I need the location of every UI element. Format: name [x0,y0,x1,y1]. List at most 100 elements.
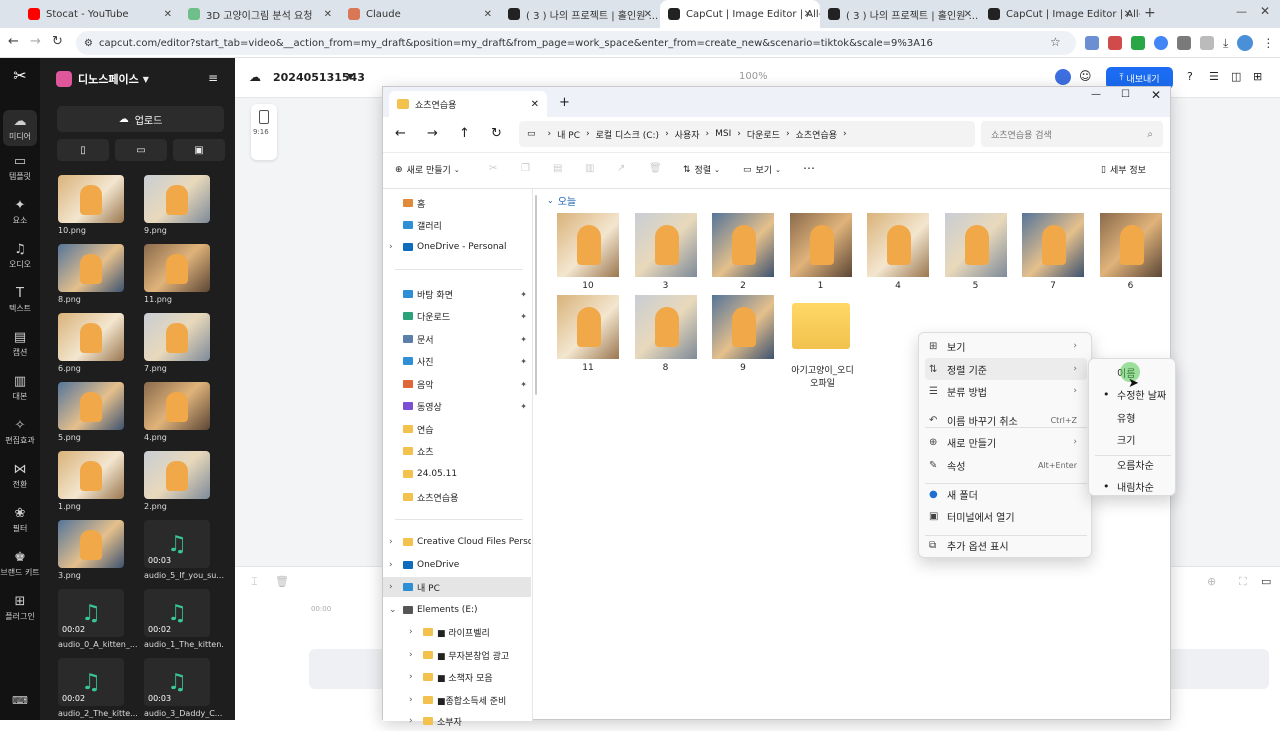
sidebar-item[interactable]: › 소부자 [383,711,531,731]
new-tab-icon[interactable]: + [1144,5,1156,21]
sidebar-item[interactable]: 문서 ✦ [383,329,531,349]
image-file[interactable] [867,213,929,277]
search-field[interactable]: 쇼츠연습용 검색 ⌕ [981,121,1163,147]
nav-item[interactable]: ❀ 필터 [0,506,40,534]
media-thumbnail[interactable] [58,313,124,361]
minimize-icon[interactable]: — [1236,5,1247,18]
sidebar-item[interactable]: › ■ 무자본창업 광고 [383,645,531,665]
delete-icon[interactable]: 🗑 [275,575,289,588]
breadcrumb-item[interactable]: 로컬 디스크 (C:) [596,128,659,141]
breadcrumb-item[interactable]: MSI [715,129,731,139]
sidebar-item[interactable]: 쇼츠연습용 [383,487,531,507]
extension-icon[interactable] [1154,36,1168,50]
chevron-right-icon[interactable]: › [389,582,393,592]
copy-icon[interactable]: ❐ [521,163,530,174]
close-icon[interactable]: ✕ [164,9,172,20]
site-info-icon[interactable]: ⚙ [84,38,93,49]
audio-clip[interactable]: ♫ 00:03 [144,520,210,568]
breadcrumb-item[interactable]: 다운로드 [747,128,780,141]
image-file[interactable] [557,213,619,277]
user-icon[interactable]: ☺ [1079,69,1092,83]
sidebar-item[interactable]: ⌄ Elements (E:) [383,600,531,620]
keyboard-icon[interactable]: ⌨ [0,694,40,707]
more-menu-icon[interactable]: ⋮ [1262,36,1274,50]
media-thumbnail[interactable] [144,244,210,292]
sidebar-item[interactable]: 다운로드 ✦ [383,306,531,326]
image-file[interactable] [789,213,852,277]
view-button[interactable]: ▭ 보기 ⌄ [743,163,781,177]
camera-icon[interactable]: ▭ [115,139,167,161]
extension-icon[interactable] [1085,36,1099,50]
upload-button[interactable]: ☁ 업로드 [57,106,224,132]
media-thumbnail[interactable] [58,520,124,568]
zoom-in-icon[interactable]: ⊕ [1207,575,1216,588]
sidebar-item[interactable]: › ■종합소득세 준비 [383,690,531,710]
image-file[interactable] [712,213,774,277]
nav-item[interactable]: ⋈ 전환 [0,462,40,490]
layers-icon[interactable]: ☰ [1209,70,1219,83]
sidebar-item[interactable]: 사진 ✦ [383,351,531,371]
browser-tab[interactable]: ( 3 ) 나의 프로젝트 | 홀인원 ... ✕ [820,0,980,28]
minimize-icon[interactable]: — [1091,89,1101,100]
chevron-right-icon[interactable]: › [409,672,413,682]
forward-icon[interactable]: → [427,126,438,141]
audio-clip[interactable]: ♫ 00:02 [58,658,124,706]
chevron-right-icon[interactable]: › [409,716,413,726]
media-thumbnail[interactable] [58,382,124,430]
grid-icon[interactable]: ⊞ [1253,70,1262,83]
breadcrumb-item[interactable]: 쇼츠연습용 [796,128,837,141]
bookmark-star-icon[interactable]: ☆ [1050,35,1061,49]
delete-icon[interactable]: 🗑 [649,163,662,174]
image-file[interactable] [944,213,1007,277]
sort-option[interactable]: 유형 [1095,406,1171,428]
nav-item[interactable]: ⊞ 플러그인 [0,594,40,622]
folder-item[interactable] [790,295,852,359]
media-thumbnail[interactable] [58,244,124,292]
sidebar-item[interactable]: 동영상 ✦ [383,396,531,416]
extension-icon[interactable] [1131,36,1145,50]
nav-item[interactable]: ▭ 템플릿 [0,154,40,182]
profile-avatar[interactable] [1237,35,1254,51]
browser-tab[interactable]: ( 3 ) 나의 프로젝트 | 홀인원 ... ✕ [500,0,660,28]
nav-item[interactable]: T 텍스트 [0,286,40,314]
browser-tab[interactable]: Stocat - YouTube ✕ [20,0,180,28]
audio-clip[interactable]: ♫ 00:02 [144,589,210,637]
reload-icon[interactable]: ↻ [52,34,63,49]
image-file[interactable] [557,295,619,359]
back-icon[interactable]: ← [8,34,19,49]
context-menu-item[interactable]: ⧉ 추가 옵션 표시 [925,534,1087,556]
context-menu-item[interactable]: ☰ 분류 방법 › [925,380,1087,402]
media-thumbnail[interactable] [144,175,210,223]
nav-item[interactable]: ♚ 브랜드 키트 [0,550,40,578]
sidebar-item[interactable]: 쇼츠 [383,441,531,461]
share-icon[interactable]: ↗ [617,163,625,174]
sidebar-item[interactable]: 음악 ✦ [383,374,531,394]
media-thumbnail[interactable] [58,451,124,499]
screen-record-icon[interactable]: ▣ [173,139,225,161]
audio-clip[interactable]: ♫ 00:03 [144,658,210,706]
sidebar-item[interactable]: › OneDrive - Personal [383,237,531,257]
collapse-panel-icon[interactable]: ≡ [208,71,218,85]
sort-button[interactable]: ⇅ 정렬 ⌄ [683,163,720,177]
nav-item[interactable]: ✦ 요소 [0,198,40,226]
new-button[interactable]: ⊕ 새로 만들기 ⌄ [395,163,460,177]
forward-icon[interactable]: → [30,34,41,49]
audio-clip[interactable]: ♫ 00:02 [58,589,124,637]
close-icon[interactable]: ✕ [644,9,652,20]
sidebar-item[interactable]: › ■ 라이프벨리 [383,622,531,642]
sidebar-item[interactable]: › ■ 소책자 모음 [383,667,531,687]
close-window-icon[interactable]: ✕ [1260,4,1270,18]
url-field[interactable]: ⚙ capcut.com/editor?start_tab=video&__ac… [76,31,1076,55]
back-icon[interactable]: ← [395,126,406,141]
breadcrumb-item[interactable]: 내 PC [557,128,580,141]
close-icon[interactable]: ✕ [531,99,539,110]
chevron-right-icon[interactable]: › [409,627,413,637]
sort-option[interactable]: 오름차순 [1095,453,1171,475]
workspace-switcher[interactable]: 디노스페이스 ▼ [56,70,149,88]
group-header[interactable]: ⌄ 오늘 [547,193,576,208]
new-tab-icon[interactable]: + [559,95,570,110]
close-icon[interactable]: ✕ [804,9,812,20]
media-thumbnail[interactable] [144,451,210,499]
close-icon[interactable]: ✕ [964,9,972,20]
panel-icon[interactable]: ◫ [1231,70,1241,83]
